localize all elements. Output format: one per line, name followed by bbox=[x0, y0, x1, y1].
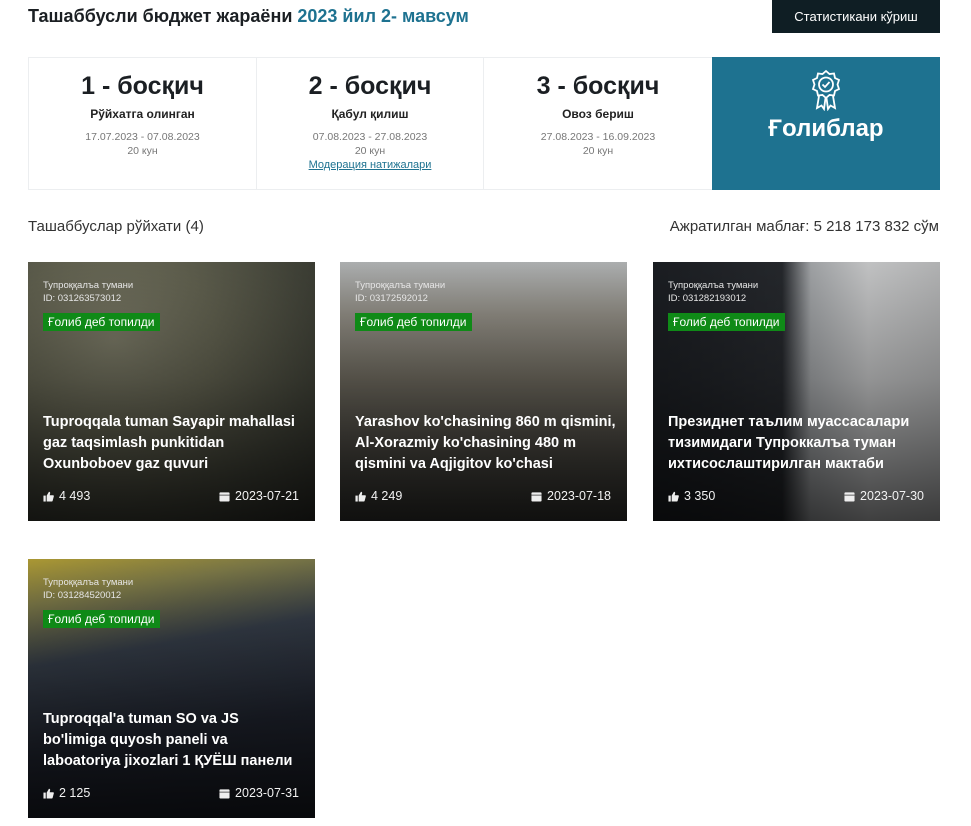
card-id: ID: 031282193012 bbox=[668, 293, 747, 304]
card-title: Tuproqqala tuman Sayapir mahallasi gaz t… bbox=[43, 414, 295, 472]
calendar-icon bbox=[844, 491, 855, 502]
date-value: 2023-07-18 bbox=[547, 489, 611, 503]
stage-name: Қабул қилиш bbox=[331, 107, 409, 121]
card-likes: 4 249 bbox=[355, 489, 402, 503]
allocated-budget: Ажратилган маблағ: 5 218 173 832 сўм bbox=[669, 218, 939, 235]
page-title: Ташаббусли бюджет жараёни 2023 йил 2- ма… bbox=[28, 6, 469, 26]
thumbs-up-icon bbox=[43, 788, 54, 799]
moderation-results-link[interactable]: Модерация натижалари bbox=[257, 159, 483, 171]
thumbs-up-icon bbox=[668, 491, 679, 502]
view-statistics-button[interactable]: Статистикани кўриш bbox=[772, 0, 940, 33]
card-date: 2023-07-18 bbox=[531, 489, 611, 503]
initiative-card[interactable]: Тупроққалъа тумани ID: 031282193012 Ғоли… bbox=[653, 262, 940, 521]
stage-days: 20 кун bbox=[582, 145, 614, 157]
card-district: Тупроққалъа тумани bbox=[43, 280, 134, 291]
card-district: Тупроққалъа тумани bbox=[43, 577, 134, 588]
stage-number: 2 - босқич bbox=[308, 72, 432, 100]
calendar-icon bbox=[531, 491, 542, 502]
thumbs-up-icon bbox=[43, 491, 54, 502]
calendar-icon bbox=[219, 491, 230, 502]
stage-dates: 17.07.2023 - 07.08.2023 bbox=[85, 131, 200, 143]
thumbs-up-icon bbox=[355, 491, 366, 502]
stage-number: 3 - босқич bbox=[536, 72, 660, 100]
card-id: ID: 031284520012 bbox=[43, 590, 122, 601]
stage-1: 1 - босқич Рўйхатга олинган 17.07.2023 -… bbox=[29, 58, 257, 189]
likes-count: 4 249 bbox=[371, 489, 403, 503]
winner-badge: Ғолиб деб топилди bbox=[43, 313, 160, 331]
likes-count: 3 350 bbox=[684, 489, 716, 503]
stage-days: 20 кун bbox=[127, 145, 158, 157]
initiative-card[interactable]: Тупроққалъа тумани ID: 031284520012 Ғоли… bbox=[28, 559, 315, 818]
date-value: 2023-07-21 bbox=[235, 489, 299, 503]
stage-2: 2 - босқич Қабул қилиш 07.08.2023 - 27.0… bbox=[257, 58, 484, 189]
stages-panel: 1 - босқич Рўйхатга олинган 17.07.2023 -… bbox=[28, 57, 940, 190]
likes-count: 2 125 bbox=[59, 786, 91, 800]
winners-label: Ғолиблар bbox=[768, 115, 884, 142]
initiative-card[interactable]: Тупроққалъа тумани ID: 031263573012 Ғоли… bbox=[28, 262, 315, 521]
stage-name: Рўйхатга олинган bbox=[90, 107, 195, 121]
stage-name: Овоз бериш bbox=[562, 107, 634, 121]
initiative-card[interactable]: Тупроққалъа тумани ID: 03172592012 Ғолиб… bbox=[340, 262, 627, 521]
likes-count: 4 493 bbox=[59, 489, 91, 503]
winner-badge: Ғолиб деб топилди bbox=[355, 313, 472, 331]
stage-days: 20 кун bbox=[354, 145, 386, 157]
winner-badge: Ғолиб деб топилди bbox=[43, 610, 160, 628]
card-title: Президнет таълим муассасалари тизимидаги… bbox=[668, 414, 910, 472]
stage-dates: 27.08.2023 - 16.09.2023 bbox=[540, 131, 656, 143]
card-id: ID: 03172592012 bbox=[355, 293, 428, 304]
card-title: Yarashov ko'chasining 860 m qismini, Al-… bbox=[355, 414, 616, 472]
card-likes: 3 350 bbox=[668, 489, 715, 503]
card-date: 2023-07-21 bbox=[219, 489, 299, 503]
initiatives-list-title: Ташаббуслар рўйхати (4) bbox=[28, 218, 204, 235]
date-value: 2023-07-31 bbox=[235, 786, 299, 800]
winners-button[interactable]: Ғолиблар bbox=[712, 57, 940, 190]
card-district: Тупроққалъа тумани bbox=[355, 280, 446, 291]
winner-badge: Ғолиб деб топилди bbox=[668, 313, 785, 331]
stage-number: 1 - босқич bbox=[81, 72, 204, 100]
card-likes: 4 493 bbox=[43, 489, 90, 503]
stage-3: 3 - босқич Овоз бериш 27.08.2023 - 16.09… bbox=[484, 58, 712, 189]
card-title: Tuproqqal'a tuman SO va JS bo'limiga quy… bbox=[43, 711, 293, 769]
stage-dates: 07.08.2023 - 27.08.2023 bbox=[312, 131, 428, 143]
card-id: ID: 031263573012 bbox=[43, 293, 122, 304]
date-value: 2023-07-30 bbox=[860, 489, 924, 503]
card-district: Тупроққалъа тумани bbox=[668, 280, 759, 291]
season-label: 2023 йил 2- мавсум bbox=[297, 6, 469, 26]
card-likes: 2 125 bbox=[43, 786, 90, 800]
calendar-icon bbox=[219, 788, 230, 799]
card-date: 2023-07-30 bbox=[844, 489, 924, 503]
card-date: 2023-07-31 bbox=[219, 786, 299, 800]
award-ribbon-icon bbox=[811, 69, 841, 111]
page-header: Ташаббусли бюджет жараёни 2023 йил 2- ма… bbox=[28, 0, 940, 34]
